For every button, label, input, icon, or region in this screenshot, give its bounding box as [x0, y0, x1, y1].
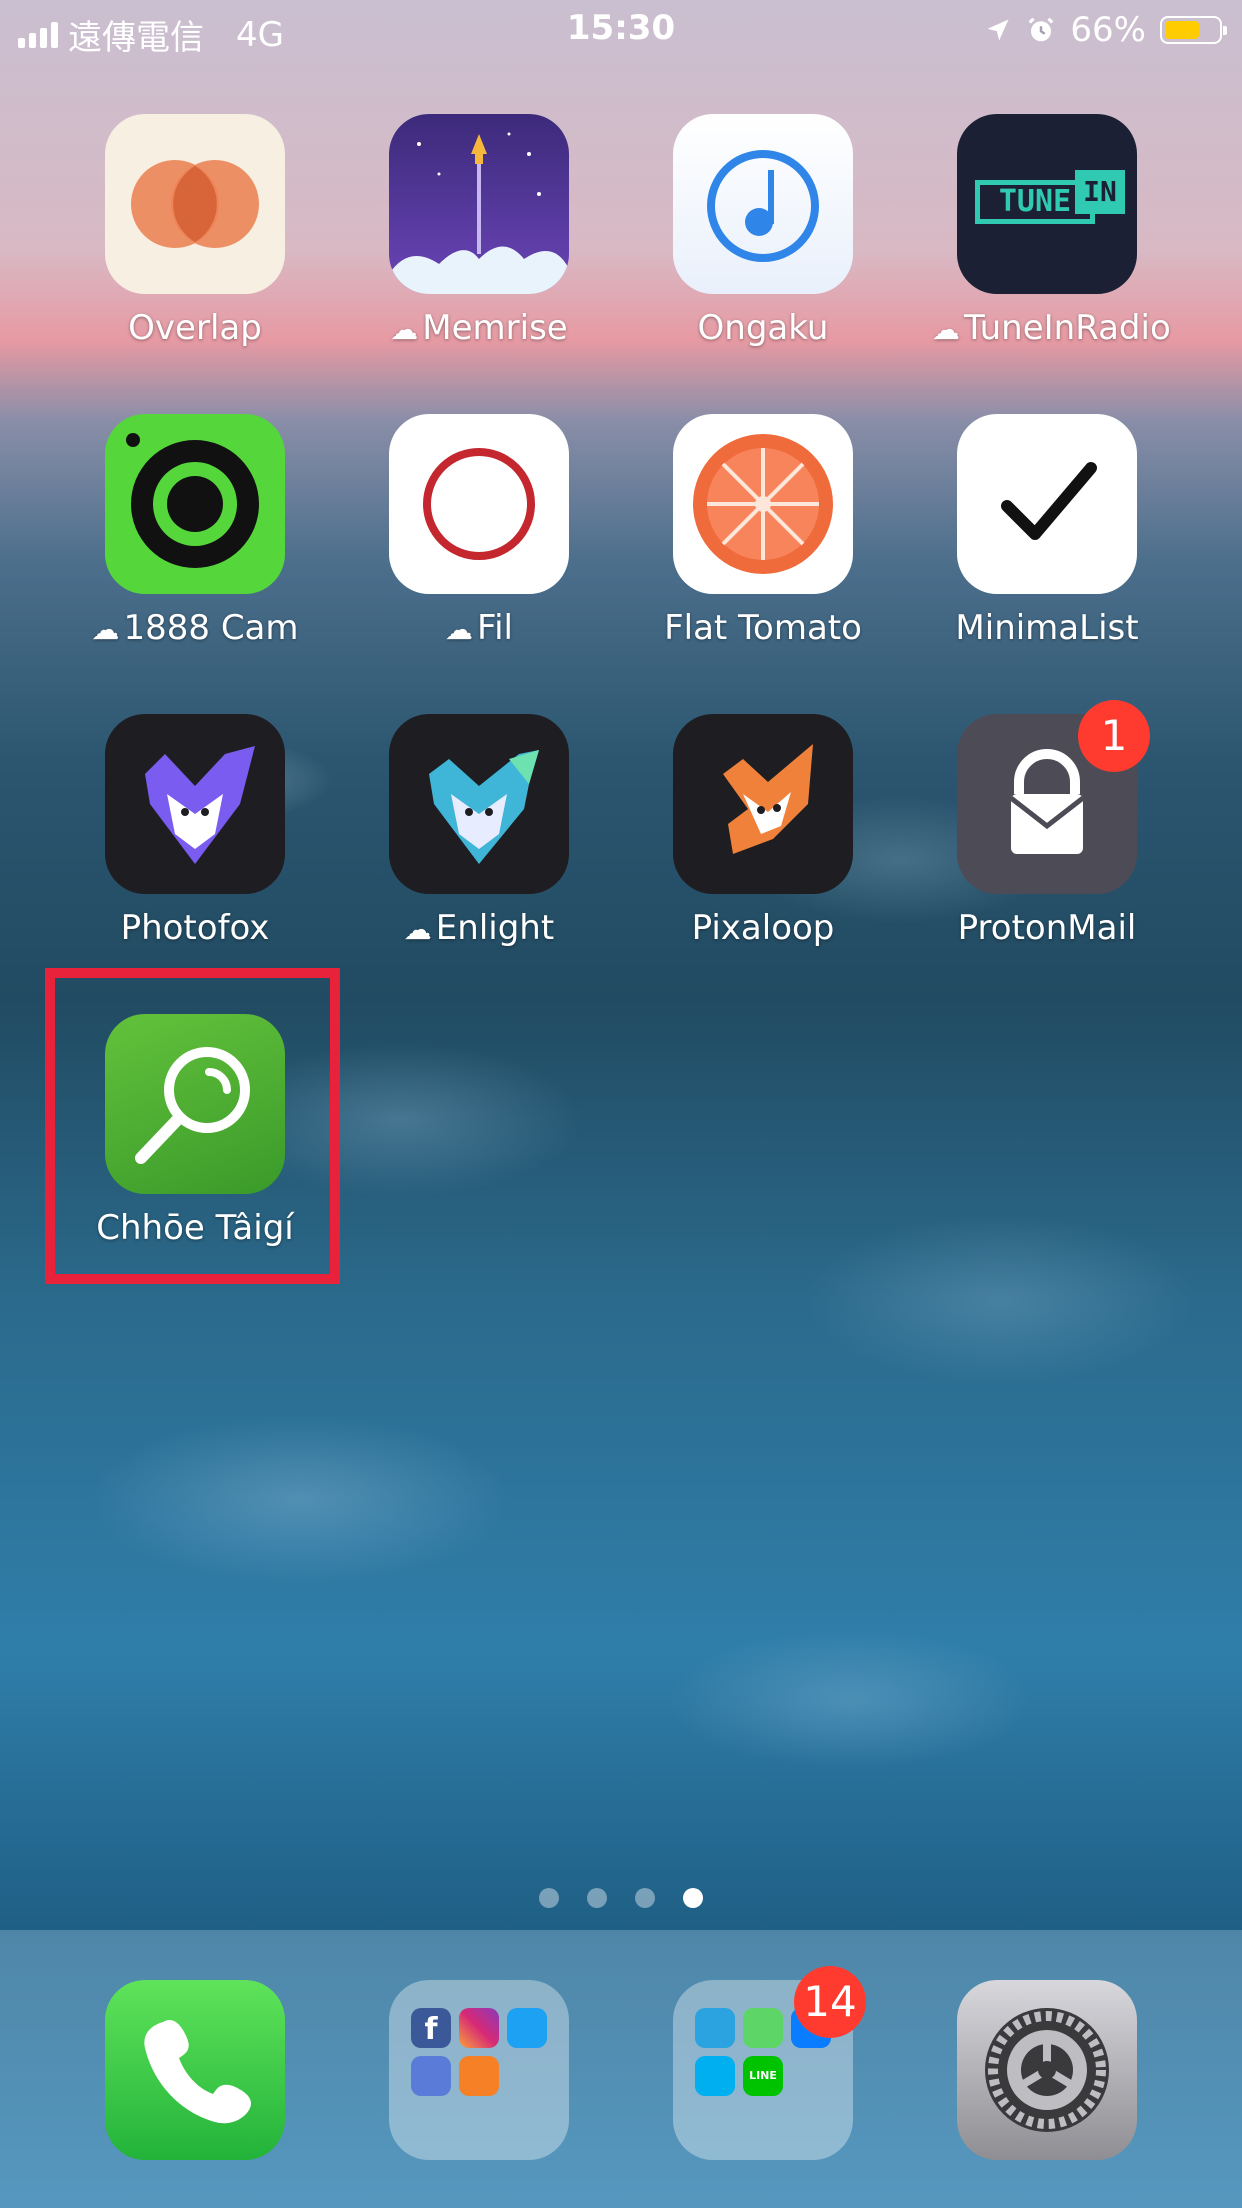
app-photofox[interactable]: Photofox	[80, 714, 310, 948]
tunein-logo-in: IN	[1075, 170, 1125, 214]
dock-phone[interactable]	[80, 1980, 310, 2160]
app-1888-cam[interactable]: ☁ 1888 Cam	[80, 414, 310, 648]
folder-icon: f	[389, 1980, 569, 2160]
status-right: 66%	[984, 10, 1227, 50]
app-memrise[interactable]: ☁ Memrise	[364, 114, 594, 348]
memrise-icon	[389, 114, 569, 294]
app-label: ☁ TuneInRadio	[932, 308, 1171, 348]
ongaku-icon	[673, 114, 853, 294]
alarm-icon	[1029, 17, 1054, 42]
flag-app-icon	[459, 2056, 499, 2096]
line-icon: LINE	[743, 2056, 783, 2096]
mascot-app-icon	[411, 2056, 451, 2096]
telegram-icon	[695, 2008, 735, 2048]
page-indicator[interactable]	[0, 1888, 1242, 1908]
app-label: MinimaList	[955, 608, 1139, 648]
photofox-icon	[105, 714, 285, 894]
notification-badge: 14	[794, 1966, 866, 2038]
checkmark-icon	[957, 414, 1137, 594]
facebook-icon: f	[411, 2008, 451, 2048]
tomato-icon	[673, 414, 853, 594]
cloud-download-icon: ☁	[390, 313, 419, 346]
skype-icon	[695, 2056, 735, 2096]
app-ongaku[interactable]: Ongaku	[648, 114, 878, 348]
app-label-text: Enlight	[435, 908, 555, 948]
page-dot	[635, 1888, 655, 1908]
app-label: ☁ 1888 Cam	[80, 608, 310, 648]
cloud-download-icon: ☁	[91, 613, 120, 646]
notification-badge: 1	[1078, 700, 1150, 772]
dock-folder-messaging[interactable]: 14 LINE	[648, 1966, 878, 2160]
app-label-text: TuneInRadio	[964, 308, 1171, 348]
fil-icon	[389, 414, 569, 594]
app-label: Flat Tomato	[664, 608, 862, 648]
app-label: Ongaku	[697, 308, 829, 348]
app-label: Overlap	[128, 308, 262, 348]
messages-icon	[743, 2008, 783, 2048]
app-pixaloop[interactable]: Pixaloop	[648, 714, 878, 948]
cloud-download-icon: ☁	[403, 913, 432, 946]
app-label: ☁ Enlight	[364, 908, 594, 948]
phone-icon	[105, 1980, 285, 2160]
highlight-box	[45, 968, 340, 1284]
tunein-icon: TUNE IN	[957, 114, 1137, 294]
app-tunein[interactable]: TUNE IN ☁ TuneInRadio	[932, 114, 1171, 348]
app-label: Photofox	[120, 908, 270, 948]
app-minimalist[interactable]: MinimaList	[932, 414, 1162, 648]
page-dot	[539, 1888, 559, 1908]
app-label: Pixaloop	[691, 908, 835, 948]
gear-icon	[957, 1980, 1137, 2160]
dock-settings[interactable]	[932, 1980, 1162, 2160]
battery-icon	[1160, 16, 1227, 44]
app-label: ☁ Memrise	[364, 308, 594, 348]
dock: f 14 LINE	[0, 1930, 1242, 2208]
status-bar: 遠傳電信 4G 15:30 66%	[0, 0, 1242, 60]
page-dot	[587, 1888, 607, 1908]
app-overlap[interactable]: Overlap	[80, 114, 310, 348]
twitter-icon	[507, 2008, 547, 2048]
battery-percent: 66%	[1070, 10, 1146, 50]
overlap-icon	[105, 114, 285, 294]
app-label: ☁ Fil	[364, 608, 594, 648]
page-dot-active	[683, 1888, 703, 1908]
cloud-download-icon: ☁	[445, 613, 473, 646]
pixaloop-icon	[673, 714, 853, 894]
cloud-download-icon: ☁	[932, 313, 960, 346]
location-arrow-icon	[987, 19, 1009, 41]
enlight-icon	[389, 714, 569, 894]
app-fil[interactable]: ☁ Fil	[364, 414, 594, 648]
camera-icon	[105, 414, 285, 594]
dock-folder-social[interactable]: f	[364, 1980, 594, 2160]
app-label-text: Fil	[477, 608, 513, 648]
app-label-text: Memrise	[422, 308, 568, 348]
app-label-text: 1888 Cam	[123, 608, 299, 648]
app-enlight[interactable]: ☁ Enlight	[364, 714, 594, 948]
app-label: ProtonMail	[957, 908, 1137, 948]
app-flat-tomato[interactable]: Flat Tomato	[648, 414, 878, 648]
app-protonmail[interactable]: 1 ProtonMail	[932, 700, 1162, 948]
instagram-icon	[459, 2008, 499, 2048]
